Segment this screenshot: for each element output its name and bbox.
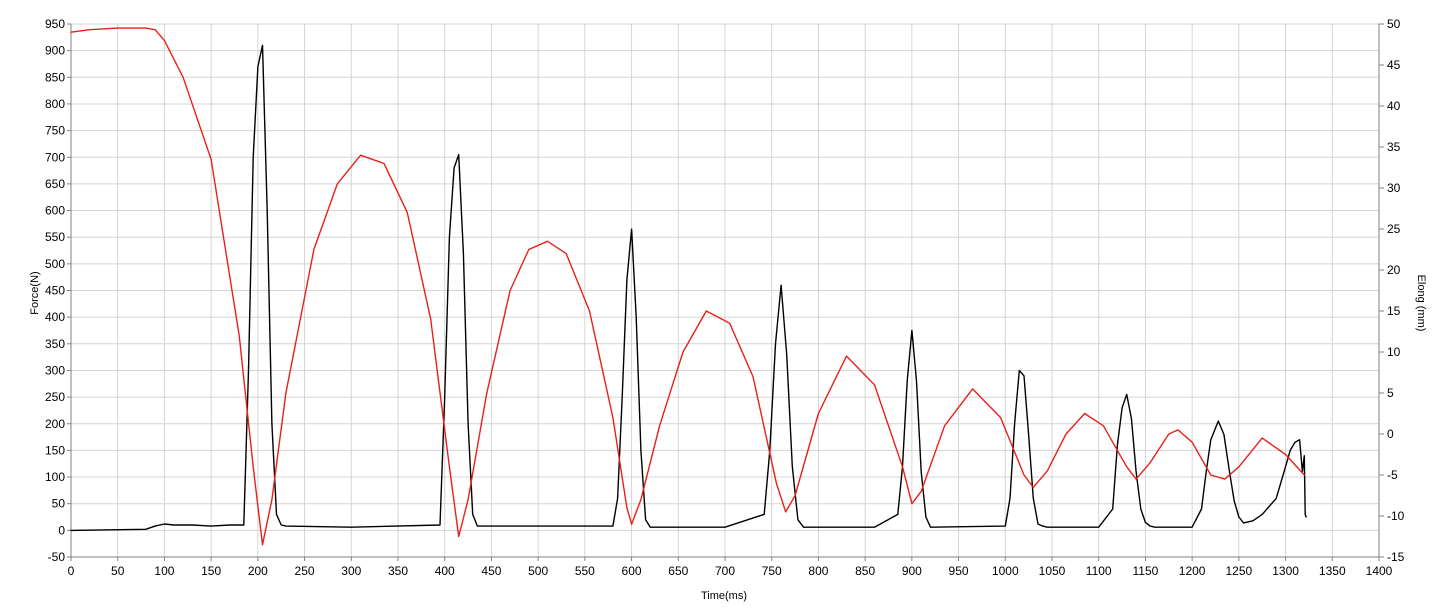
x-tick-label: 1300 — [1272, 564, 1299, 578]
chart-svg: 0 50 100 150 200 250 300 350 400 450 500 550 600 650 7… — [0, 0, 1445, 608]
y-tick-label: 300 — [45, 363, 65, 377]
y-tick-label: 650 — [45, 177, 65, 191]
chart: 0 50 100 150 200 250 300 350 400 450 500 550 600 650 7… — [0, 0, 1445, 608]
y2-tick-label: 50 — [1387, 17, 1401, 31]
y2-tick-label: -10 — [1387, 509, 1405, 523]
x-tick-label: 850 — [855, 564, 875, 578]
x-tick-label: 250 — [295, 564, 315, 578]
y2-tick-label: -5 — [1387, 468, 1398, 482]
x-tick-label: 300 — [341, 564, 361, 578]
x-tick-label: 1150 — [1133, 564, 1159, 578]
y2-tick-label: -15 — [1387, 550, 1405, 564]
y2-tick-label: 30 — [1387, 181, 1401, 195]
y2-tick-label: 15 — [1387, 304, 1401, 318]
grid — [70, 23, 1380, 558]
y-tick-label: 900 — [45, 44, 65, 58]
y-tick-label: 450 — [45, 284, 65, 298]
x-tick-label: 150 — [201, 564, 221, 578]
y-tick-label: 950 — [45, 17, 65, 31]
x-tick-label: 50 — [111, 564, 125, 578]
y2-axis-label: Elong (mm) — [1415, 275, 1427, 332]
y2-tick-label: 20 — [1387, 263, 1401, 277]
x-tick-label: 400 — [435, 564, 455, 578]
x-tick-label: 750 — [762, 564, 782, 578]
x-tick-label: 1400 — [1366, 564, 1393, 578]
y2-tick-label: 5 — [1387, 386, 1394, 400]
y-tick-label: 800 — [45, 97, 65, 111]
x-tick-label: 1000 — [992, 564, 1019, 578]
x-tick-label: 600 — [622, 564, 642, 578]
y-tick-label: 250 — [45, 390, 65, 404]
y2-tick-label: 45 — [1387, 58, 1401, 72]
y-tick-label: 200 — [45, 417, 65, 431]
x-tick-label: 1350 — [1319, 564, 1346, 578]
y2-tick-label: 10 — [1387, 345, 1401, 359]
y-tick-label: 750 — [45, 124, 65, 138]
x-tick-label: 100 — [154, 564, 174, 578]
y-tick-label: 550 — [45, 230, 65, 244]
y-axis-label: Force(N) — [29, 271, 41, 314]
x-tick-label: 550 — [575, 564, 595, 578]
x-tick-label: 450 — [481, 564, 501, 578]
y2-tick-label: 35 — [1387, 140, 1401, 154]
y-tick-label: 500 — [45, 257, 65, 271]
y-tick-label: 400 — [45, 310, 65, 324]
x-tick-label: 950 — [949, 564, 969, 578]
x-tick-label: 0 — [68, 564, 75, 578]
x-tick-label: 650 — [668, 564, 688, 578]
y-tick-label: 0 — [58, 523, 65, 537]
x-tick-label: 500 — [528, 564, 548, 578]
x-tick-label: 200 — [248, 564, 268, 578]
x-tick-label: 700 — [715, 564, 735, 578]
y-tick-label: -50 — [48, 550, 66, 564]
x-tick-label: 900 — [902, 564, 922, 578]
chart-background — [0, 0, 1445, 608]
x-tick-label: 1050 — [1039, 564, 1066, 578]
x-tick-label: 800 — [808, 564, 828, 578]
y-tick-label: 700 — [45, 150, 65, 164]
x-axis-label: Time(ms) — [701, 590, 747, 602]
y2-tick-label: 25 — [1387, 222, 1401, 236]
y-tick-label: 150 — [45, 443, 65, 457]
y2-tick-label: 0 — [1387, 427, 1394, 441]
y-tick-label: 50 — [52, 497, 66, 511]
y-tick-label: 350 — [45, 337, 65, 351]
x-tick-label: 350 — [388, 564, 408, 578]
x-tick-label: 1200 — [1179, 564, 1206, 578]
x-tick-label: 1250 — [1226, 564, 1253, 578]
y-tick-label: 100 — [45, 470, 65, 484]
y-tick-label: 600 — [45, 204, 65, 218]
x-tick-label: 1100 — [1086, 564, 1112, 578]
y2-tick-label: 40 — [1387, 99, 1401, 113]
y-tick-label: 850 — [45, 70, 65, 84]
